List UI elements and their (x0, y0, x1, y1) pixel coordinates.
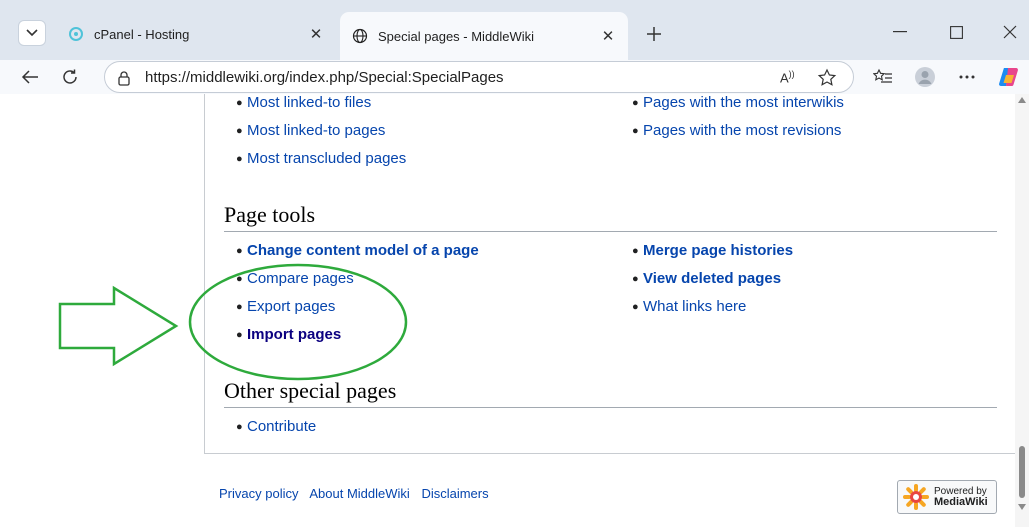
link-most-linked-to-pages[interactable]: Most linked-to pages (247, 122, 385, 139)
address-bar[interactable]: https://middlewiki.org/index.php/Special… (104, 61, 854, 93)
refresh-icon (63, 69, 77, 84)
tab-cpanel[interactable]: cPanel - Hosting ✕ (56, 14, 336, 54)
bullet-icon: ● (236, 421, 243, 433)
other-special-pages-list: ● Contribute (236, 413, 316, 441)
more-options-button[interactable] (954, 64, 980, 90)
browser-toolbar: https://middlewiki.org/index.php/Special… (0, 60, 1029, 94)
list-item: ● Contribute (236, 413, 316, 441)
footer-link-privacy-policy[interactable]: Privacy policy (219, 486, 298, 501)
link-import-pages[interactable]: Import pages (247, 326, 341, 343)
close-tab-icon[interactable]: ✕ (598, 26, 618, 46)
copilot-button[interactable] (996, 64, 1022, 90)
list-item: ● Import pages (236, 321, 479, 349)
globe-icon (352, 28, 368, 44)
link-most-linked-to-files[interactable]: Most linked-to files (247, 94, 371, 111)
list-item: ● Export pages (236, 293, 479, 321)
scroll-down-arrow-icon[interactable] (1018, 504, 1026, 510)
wiki-footer: Privacy policy About MiddleWiki Disclaim… (219, 486, 497, 501)
powered-by-mediawiki-badge[interactable]: Powered by MediaWiki (897, 480, 997, 514)
bullet-icon: ● (236, 125, 243, 137)
tab-title: cPanel - Hosting (94, 26, 190, 42)
page-viewport: ● Most linked-to files ● Most linked-to pag… (0, 94, 1015, 527)
profile-button[interactable] (912, 64, 938, 90)
bullet-icon: ● (236, 97, 243, 109)
section-heading-page-tools: Page tools (224, 202, 316, 227)
favorites-button[interactable] (870, 64, 896, 90)
list-item: ● What links here (632, 293, 793, 321)
list-item: ● Most transcluded pages (236, 145, 406, 173)
list-item: ● Most linked-to files (236, 94, 406, 117)
bullet-icon: ● (632, 125, 639, 137)
link-most-transcluded-pages[interactable]: Most transcluded pages (247, 150, 406, 167)
plus-icon (647, 27, 661, 41)
bullet-icon: ● (236, 153, 243, 165)
bullet-icon: ● (236, 245, 243, 257)
minimize-button[interactable] (886, 18, 914, 46)
bullet-icon: ● (632, 301, 639, 313)
bullet-icon: ● (236, 301, 243, 313)
page-tools-list-right: ● Merge page histories ● View deleted pages… (632, 237, 793, 321)
list-item: ● Merge page histories (632, 237, 793, 265)
link-what-links-here[interactable]: What links here (643, 298, 746, 315)
read-aloud-icon[interactable]: A)) (780, 69, 795, 85)
vertical-scrollbar[interactable] (1015, 94, 1029, 527)
bullet-icon: ● (632, 245, 639, 257)
heading-divider (224, 407, 997, 408)
list-item: ● View deleted pages (632, 265, 793, 293)
arrow-left-icon (21, 70, 38, 84)
list-item: ● Most linked-to pages (236, 117, 406, 145)
special-pages-list-left: ● Most linked-to files ● Most linked-to pag… (236, 94, 406, 173)
list-item: ● Change content model of a page (236, 237, 479, 265)
link-pages-with-the-most-interwikis[interactable]: Pages with the most interwikis (643, 94, 844, 111)
favorite-star-icon[interactable] (817, 68, 837, 88)
list-item: ● Pages with the most revisions (632, 117, 844, 145)
page-tools-list-left: ● Change content model of a page ● Compare … (236, 237, 479, 349)
section-heading-other-special-pages: Other special pages (224, 378, 397, 403)
scroll-up-arrow-icon[interactable] (1018, 97, 1026, 103)
close-tab-icon[interactable]: ✕ (306, 24, 326, 44)
maximize-button[interactable] (942, 18, 970, 46)
link-contribute[interactable]: Contribute (247, 418, 316, 435)
chevron-down-icon (26, 29, 38, 37)
new-tab-button[interactable] (640, 20, 668, 48)
copilot-icon (999, 68, 1018, 86)
link-view-deleted-pages[interactable]: View deleted pages (643, 270, 781, 287)
url-text[interactable]: https://middlewiki.org/index.php/Special… (145, 69, 504, 86)
footer-link-about[interactable]: About MiddleWiki (309, 486, 409, 501)
tab-special-pages[interactable]: Special pages - MiddleWiki ✕ (340, 12, 628, 60)
bullet-icon: ● (236, 329, 243, 341)
maximize-icon (949, 25, 963, 39)
link-merge-page-histories[interactable]: Merge page histories (643, 242, 793, 259)
footer-link-disclaimers[interactable]: Disclaimers (421, 486, 488, 501)
close-window-button[interactable] (996, 18, 1024, 46)
close-icon (1003, 25, 1017, 39)
bullet-icon: ● (632, 97, 639, 109)
link-change-content-model-of-a-page[interactable]: Change content model of a page (247, 242, 479, 259)
back-button[interactable] (16, 63, 44, 91)
badge-text: Powered by MediaWiki (934, 486, 988, 508)
link-export-pages[interactable]: Export pages (247, 298, 335, 315)
avatar-icon (915, 67, 935, 87)
bullet-icon: ● (632, 273, 639, 285)
lock-icon[interactable] (116, 70, 132, 86)
bullet-icon: ● (236, 273, 243, 285)
list-item: ● Pages with the most interwikis (632, 94, 844, 117)
list-item: ● Compare pages (236, 265, 479, 293)
scrollbar-thumb[interactable] (1019, 446, 1025, 498)
mediawiki-logo-icon (903, 484, 929, 510)
tab-title: Special pages - MiddleWiki (378, 28, 535, 44)
heading-divider (224, 231, 997, 232)
cpanel-favicon-icon (68, 26, 84, 42)
minimize-icon (893, 31, 907, 33)
favorites-list-icon (873, 68, 892, 83)
link-pages-with-the-most-revisions[interactable]: Pages with the most revisions (643, 122, 841, 139)
refresh-button[interactable] (56, 63, 84, 91)
tab-actions-button[interactable] (18, 20, 46, 46)
tab-bar: cPanel - Hosting ✕ Special pages - Middl… (0, 0, 1029, 60)
link-compare-pages[interactable]: Compare pages (247, 270, 354, 287)
ellipsis-icon (959, 75, 975, 79)
special-pages-list-right: ● Pages with the most interwikis ● Pages wi… (632, 94, 844, 145)
